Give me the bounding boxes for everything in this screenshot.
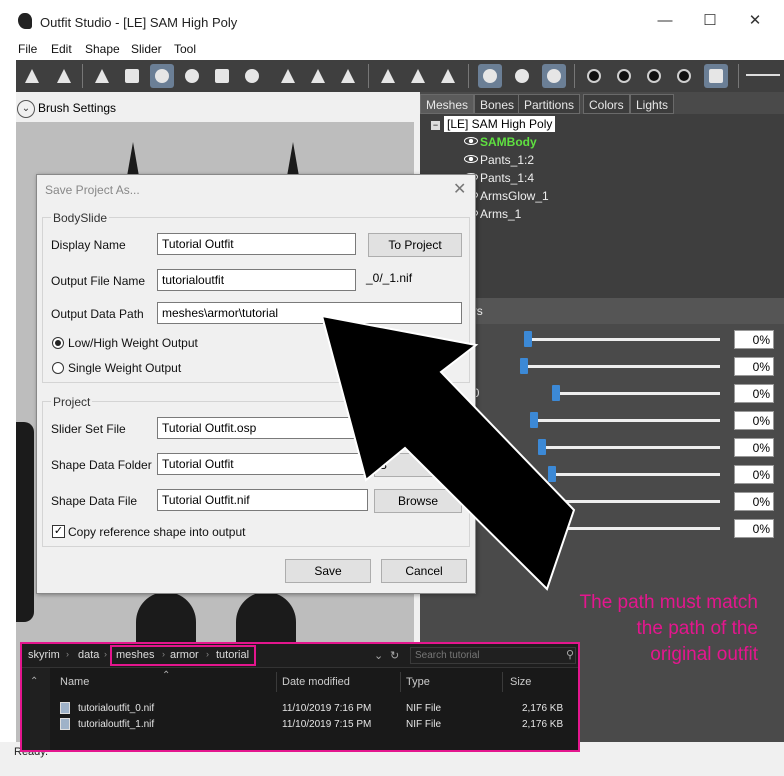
chevron-up-icon[interactable]: ⌃ [30,676,38,687]
annotation-line: The path must match [579,592,758,613]
chevron-right-icon: › [104,649,107,659]
annotation-line: the path of the [636,618,759,639]
chevron-right-icon: › [206,649,209,659]
file-name[interactable]: tutorialoutfit_1.nif [78,719,154,730]
breadcrumb-item[interactable]: meshes [116,649,155,661]
chevron-right-icon: › [66,649,69,659]
address-bar[interactable]: skyrim › data › meshes › armor › tutoria… [22,644,578,668]
column-size[interactable]: Size [510,676,531,688]
chevron-down-icon[interactable]: ⌄ [374,649,383,662]
file-size: 2,176 KB [522,703,564,714]
breadcrumb-item[interactable]: data [78,649,99,661]
file-date: 11/10/2019 7:16 PM [282,703,372,714]
search-input[interactable]: Search tutorial [410,647,576,664]
breadcrumb-item[interactable]: tutorial [216,649,249,661]
search-icon: ⚲ [566,649,575,661]
column-date[interactable]: Date modified [282,676,350,688]
column-divider [276,672,277,692]
breadcrumb-item[interactable]: skyrim [28,649,60,661]
column-type[interactable]: Type [406,676,430,688]
column-divider [400,672,401,692]
file-date: 11/10/2019 7:15 PM [282,719,372,730]
refresh-icon[interactable]: ↻ [390,649,399,662]
column-divider [502,672,503,692]
column-name[interactable]: Name [60,676,89,688]
file-name[interactable]: tutorialoutfit_0.nif [78,703,154,714]
sort-ascending-icon: ⌃ [162,670,171,681]
breadcrumb-item[interactable]: armor [170,649,199,661]
file-icon [60,702,70,714]
file-type: NIF File [406,703,441,714]
file-icon [60,718,70,730]
chevron-right-icon: › [162,649,165,659]
file-size: 2,176 KB [522,719,564,730]
file-type: NIF File [406,719,441,730]
file-explorer: skyrim › data › meshes › armor › tutoria… [20,642,580,752]
navigation-pane: ⌃ [22,668,50,750]
